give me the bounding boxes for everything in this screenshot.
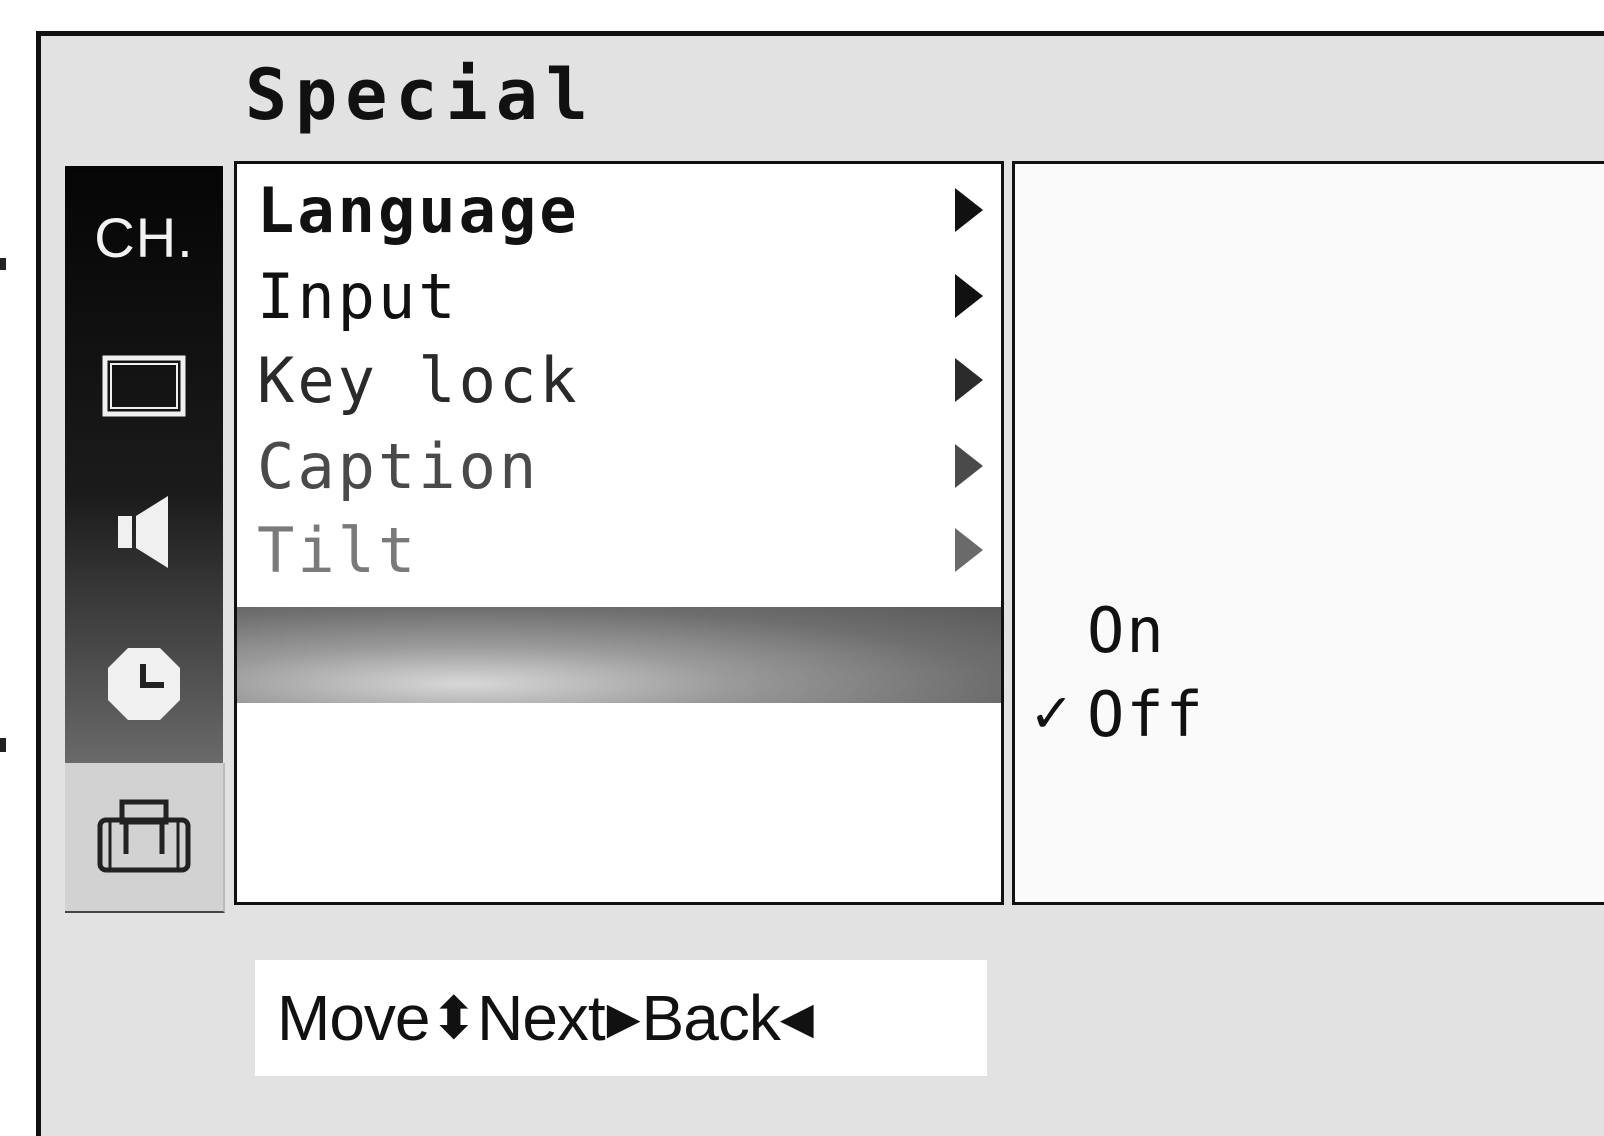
osd-menu-window: Special CH. Language Input Key lock Capt…	[36, 31, 1604, 1136]
sidebar-item-picture[interactable]	[65, 351, 223, 421]
selected-menu-item-highlight[interactable]	[237, 607, 1001, 703]
sidebar-item-sound[interactable]	[65, 492, 223, 572]
checkmark-icon: ✓	[1029, 682, 1075, 745]
navigation-hint: Move ⬍ Next ▶ Back ◀	[255, 960, 987, 1076]
chevron-right-icon	[955, 358, 983, 402]
screen-icon	[102, 355, 186, 417]
sidebar-item-channel[interactable]: CH.	[65, 201, 223, 273]
edge-mark	[0, 738, 6, 752]
chevron-right-icon	[955, 188, 983, 232]
menu-item-caption[interactable]: Caption	[257, 426, 997, 506]
chevron-right-icon	[955, 444, 983, 488]
hint-next-label: Next	[477, 982, 606, 1054]
clock-icon	[108, 648, 180, 720]
page-title: Special	[245, 54, 597, 136]
menu-item-input[interactable]: Input	[257, 256, 997, 336]
speaker-icon	[118, 496, 168, 568]
left-arrow-icon: ◀	[779, 992, 814, 1044]
chevron-right-icon	[955, 528, 983, 572]
sidebar-item-time[interactable]	[65, 644, 223, 724]
menu-item-tilt[interactable]: Tilt	[257, 510, 997, 590]
category-sidebar: CH.	[65, 166, 225, 913]
updown-arrow-icon: ⬍	[429, 984, 479, 1052]
option-off[interactable]: Off	[1087, 678, 1205, 751]
menu-item-language[interactable]: Language	[257, 170, 997, 250]
menu-item-label: Caption	[257, 429, 540, 503]
menu-panel: Language Input Key lock Caption Tilt	[234, 161, 1004, 905]
options-panel: On ✓ Off	[1012, 161, 1604, 905]
hint-back-label: Back	[641, 982, 781, 1054]
menu-item-label: Language	[257, 173, 580, 247]
sidebar-item-special[interactable]	[65, 791, 223, 881]
edge-mark	[0, 258, 6, 270]
menu-item-label: Input	[257, 259, 459, 333]
toolbox-icon	[97, 799, 191, 873]
menu-item-key-lock[interactable]: Key lock	[257, 340, 997, 420]
option-on[interactable]: On	[1087, 594, 1166, 667]
right-arrow-icon: ▶	[606, 992, 641, 1044]
chevron-right-icon	[955, 274, 983, 318]
channel-text-icon: CH.	[94, 205, 194, 269]
menu-item-label: Tilt	[257, 513, 419, 587]
hint-move-label: Move	[277, 982, 430, 1054]
menu-item-label: Key lock	[257, 343, 580, 417]
